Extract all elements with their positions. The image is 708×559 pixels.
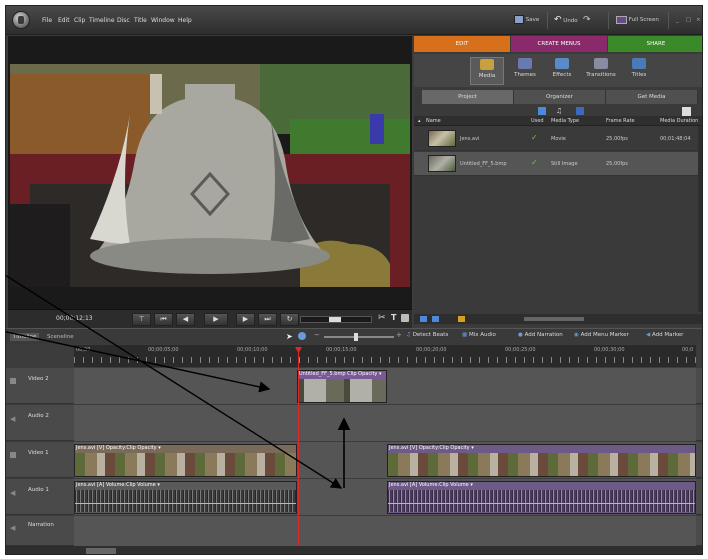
app-window: File Edit Clip Timeline Disc Title Windo… (5, 5, 703, 555)
annotation-arrows (6, 274, 351, 489)
